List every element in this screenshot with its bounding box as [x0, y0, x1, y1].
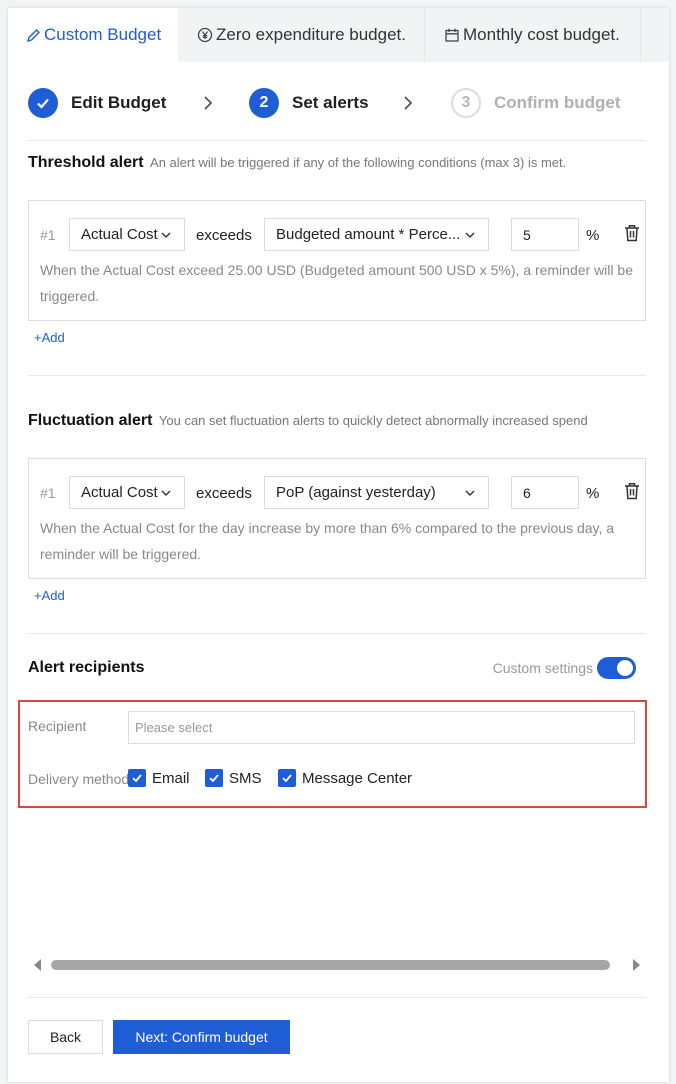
- tab-label: Zero expenditure budget.: [216, 25, 406, 44]
- metric-value: Actual Cost: [81, 484, 158, 501]
- metric-value: Actual Cost: [81, 226, 158, 243]
- divider: [28, 633, 646, 634]
- scroll-right-arrow-icon[interactable]: [633, 959, 640, 971]
- chevron-right-icon: [404, 96, 413, 110]
- checkbox-label: Email: [152, 769, 190, 787]
- add-threshold-link[interactable]: +Add: [34, 330, 65, 345]
- step-confirm-budget: 3 Confirm budget: [451, 88, 621, 118]
- tab-zero-expenditure[interactable]: Zero expenditure budget.: [178, 8, 425, 62]
- step-number: 2: [249, 88, 279, 118]
- step-label: Confirm budget: [494, 93, 621, 112]
- scrollbar-thumb[interactable]: [51, 960, 610, 970]
- operator-text: exceeds: [196, 227, 252, 244]
- step-label: Edit Budget: [71, 93, 167, 112]
- percent-value: 5: [523, 226, 531, 243]
- threshold-alert-heading: Threshold alert An alert will be trigger…: [28, 154, 566, 172]
- scroll-left-arrow-icon[interactable]: [34, 959, 41, 971]
- chevron-down-icon: [161, 490, 171, 496]
- checkmark-icon: [278, 769, 296, 787]
- tab-label: Monthly cost budget.: [463, 25, 620, 44]
- recipient-select[interactable]: Please select: [128, 711, 635, 744]
- chevron-right-icon: [204, 96, 213, 110]
- operator-text: exceeds: [196, 485, 252, 502]
- budget-panel: Custom Budget Zero expenditure budget. M…: [8, 8, 669, 1082]
- metric-select[interactable]: Actual Cost: [69, 476, 185, 509]
- sms-checkbox[interactable]: SMS: [205, 769, 262, 787]
- tab-monthly-cost[interactable]: Monthly cost budget.: [425, 8, 641, 62]
- rule-description: When the Actual Cost for the day increas…: [40, 520, 615, 562]
- next-confirm-budget-button[interactable]: Next: Confirm budget: [113, 1020, 290, 1054]
- tab-custom-budget[interactable]: Custom Budget: [8, 8, 178, 62]
- chevron-down-icon: [161, 232, 171, 238]
- alert-recipients-heading: Alert recipients: [28, 659, 145, 676]
- back-button[interactable]: Back: [28, 1020, 103, 1054]
- checkbox-label: SMS: [229, 769, 262, 787]
- check-icon: [28, 88, 58, 118]
- custom-settings-toggle[interactable]: [597, 657, 636, 679]
- toggle-knob: [617, 660, 633, 676]
- basis-select[interactable]: Budgeted amount * Perce...: [264, 218, 489, 251]
- budget-type-tabs: Custom Budget Zero expenditure budget. M…: [8, 8, 669, 62]
- threshold-rule-card: #1 Actual Cost exceeds Budgeted amount *…: [28, 200, 646, 321]
- rule-description: When the Actual Cost exceed 25.00 USD (B…: [40, 262, 633, 304]
- step-edit-budget: Edit Budget: [28, 88, 166, 118]
- fluctuation-rule-card: #1 Actual Cost exceeds PoP (against yest…: [28, 458, 646, 579]
- checkmark-icon: [205, 769, 223, 787]
- yen-circle-icon: [196, 26, 214, 44]
- percent-unit: %: [586, 485, 600, 502]
- section-title: Fluctuation alert: [28, 412, 153, 429]
- divider: [28, 997, 646, 998]
- divider: [28, 140, 646, 141]
- step-number: 3: [451, 88, 481, 118]
- recipient-placeholder: Please select: [135, 720, 213, 735]
- delivery-method-label: Delivery method: [28, 771, 130, 787]
- checkmark-icon: [128, 769, 146, 787]
- metric-select[interactable]: Actual Cost: [69, 218, 185, 251]
- section-title: Threshold alert: [28, 154, 144, 171]
- add-fluctuation-link[interactable]: +Add: [34, 588, 65, 603]
- section-subtitle: You can set fluctuation alerts to quickl…: [158, 413, 588, 428]
- trash-icon[interactable]: [624, 482, 640, 500]
- basis-value: PoP (against yesterday): [276, 484, 436, 501]
- custom-settings-label: Custom settings: [492, 660, 593, 676]
- custom-settings-control: Custom settings: [493, 657, 636, 679]
- percent-input[interactable]: 5: [511, 218, 579, 251]
- tab-label: Custom Budget: [44, 25, 162, 44]
- step-label: Set alerts: [292, 93, 369, 112]
- rule-index: #1: [40, 485, 56, 501]
- rule-index: #1: [40, 227, 56, 243]
- section-subtitle: An alert will be triggered if any of the…: [150, 155, 567, 170]
- email-checkbox[interactable]: Email: [128, 769, 190, 787]
- trash-icon[interactable]: [624, 224, 640, 242]
- chevron-down-icon: [465, 232, 475, 238]
- horizontal-scrollbar[interactable]: [28, 956, 646, 974]
- calendar-icon: [443, 26, 461, 44]
- recipient-label: Recipient: [28, 718, 87, 734]
- percent-value: 6: [523, 484, 531, 501]
- percent-input[interactable]: 6: [511, 476, 579, 509]
- divider: [28, 375, 646, 376]
- pencil-icon: [24, 26, 42, 44]
- step-set-alerts: 2 Set alerts: [249, 88, 369, 118]
- chevron-down-icon: [465, 490, 475, 496]
- basis-select[interactable]: PoP (against yesterday): [264, 476, 489, 509]
- basis-value: Budgeted amount * Perce...: [276, 226, 461, 243]
- checkbox-label: Message Center: [302, 769, 413, 787]
- percent-unit: %: [586, 227, 600, 244]
- message-center-checkbox[interactable]: Message Center: [278, 769, 412, 787]
- fluctuation-alert-heading: Fluctuation alert You can set fluctuatio…: [28, 412, 588, 430]
